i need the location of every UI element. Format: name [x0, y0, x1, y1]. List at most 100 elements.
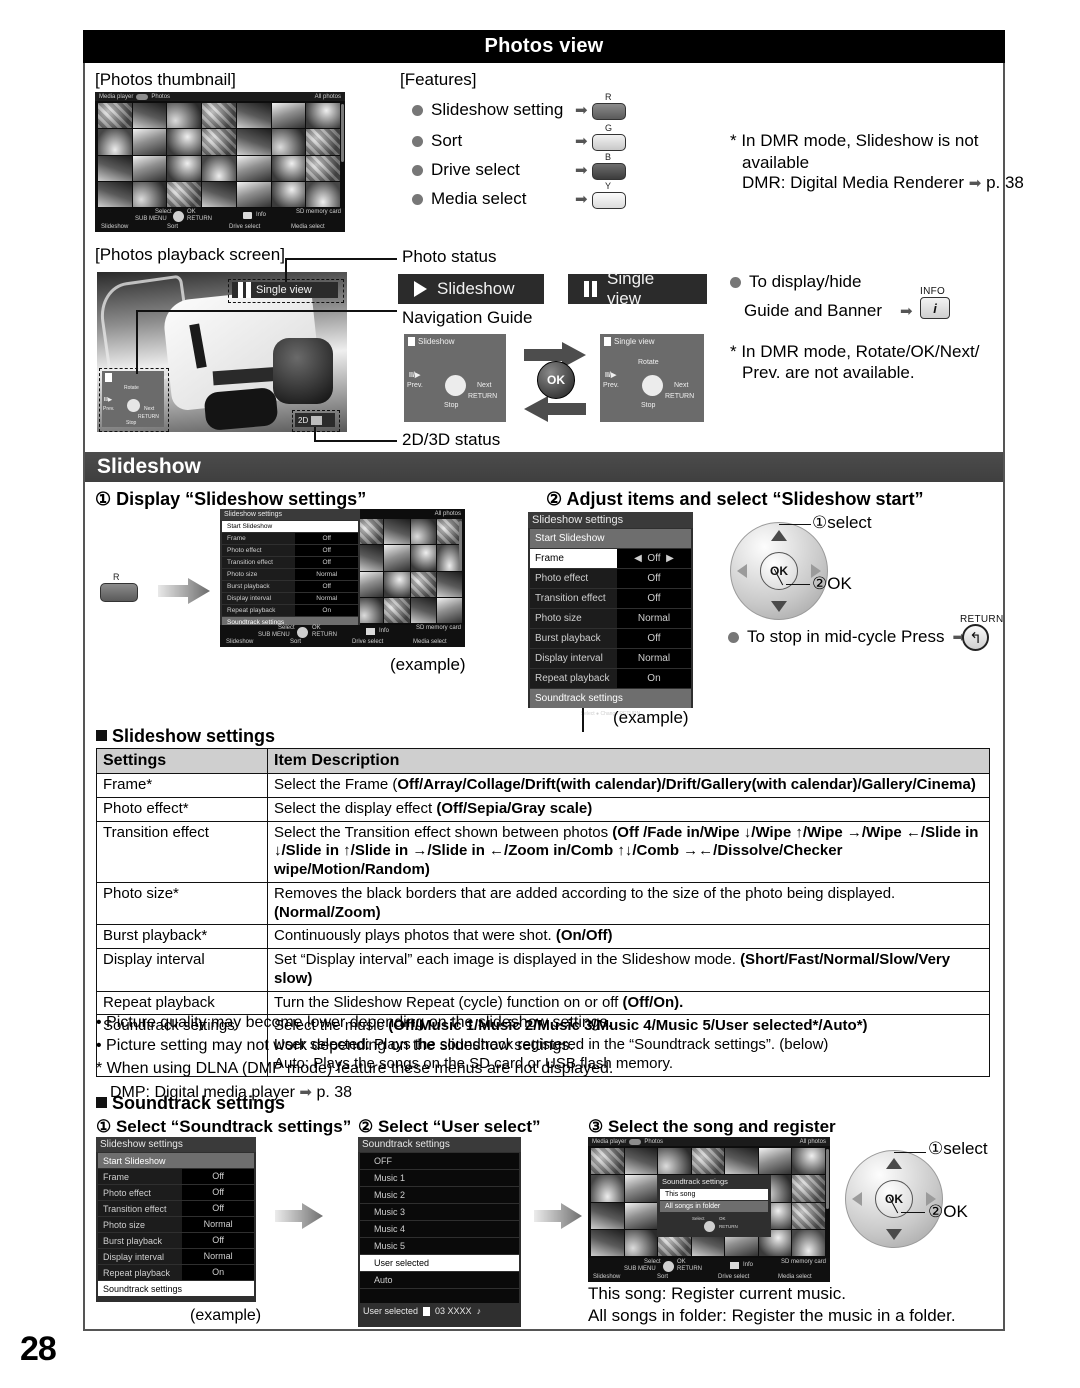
thumbnail-tile[interactable]	[202, 129, 236, 155]
thumbnail-tile[interactable]	[410, 545, 436, 571]
thumbnail-tile[interactable]	[384, 597, 410, 623]
thumbnail-tile[interactable]	[436, 597, 462, 623]
thumbnail-tile[interactable]	[167, 155, 202, 181]
thumbnail-tile[interactable]	[98, 129, 132, 155]
thumbnail-tile[interactable]	[792, 1202, 825, 1229]
thumbnail-tile[interactable]	[306, 155, 340, 181]
thumbnail-tile[interactable]	[98, 103, 132, 129]
dialog-option-all-songs[interactable]: All songs in folder	[660, 1201, 768, 1212]
menu-item-repeat-playback[interactable]: Repeat playback On	[98, 1265, 254, 1280]
thumbnail-tile[interactable]	[384, 519, 410, 545]
thumbnail-grid[interactable]	[358, 519, 462, 623]
bottom-key-sort[interactable]: Sort	[290, 639, 301, 645]
thumbnail-tile[interactable]	[306, 129, 340, 155]
menu-item-transition-effect[interactable]: Transition effect Off	[222, 557, 358, 568]
dpad-left-icon[interactable]	[737, 564, 747, 578]
menu-item-start-slideshow[interactable]: Start Slideshow	[222, 521, 358, 532]
thumbnail-tile[interactable]	[236, 181, 271, 207]
thumbnail-tile[interactable]	[591, 1202, 624, 1229]
return-button-icon[interactable]: ↰	[962, 624, 989, 651]
ok-button-icon[interactable]: OK	[537, 361, 575, 399]
thumbnail-tile[interactable]	[202, 155, 236, 181]
menu-item-display-interval[interactable]: Display interval Normal	[530, 649, 691, 668]
menu-item-frame[interactable]: Frame ◀ Off ▶	[530, 549, 691, 568]
menu-item-soundtrack-settings[interactable]: Soundtrack settings	[98, 1281, 254, 1296]
dialog-option-this-song[interactable]: This song	[660, 1189, 768, 1200]
thumbnail-tile[interactable]	[358, 597, 384, 623]
bottom-key-slideshow[interactable]: Slideshow	[226, 639, 253, 645]
dpad-down-icon[interactable]	[771, 601, 787, 612]
dpad-up-icon[interactable]	[886, 1158, 902, 1169]
bottom-key-slideshow[interactable]: Slideshow	[101, 224, 128, 230]
feature-sort[interactable]: Sort	[412, 131, 462, 151]
thumbnail-tile[interactable]	[792, 1148, 825, 1175]
menu-item-photo-effect[interactable]: Photo effect Off	[222, 545, 358, 556]
thumbnail-tile[interactable]	[758, 1148, 792, 1175]
menu-item-frame[interactable]: Frame Off	[222, 533, 358, 544]
menu-item-transition-effect[interactable]: Transition effect Off	[530, 589, 691, 608]
slideshow-settings-menu-large[interactable]: Slideshow settings Start Slideshow Frame ◀ …	[528, 512, 693, 717]
feature-drive-select[interactable]: Drive select	[412, 160, 520, 180]
thumbnail-tile[interactable]	[792, 1175, 825, 1202]
bottom-key-media-select[interactable]: Media select	[778, 1274, 812, 1280]
color-key-blue[interactable]	[592, 163, 626, 180]
menu-item-burst-playback[interactable]: Burst playback Off	[530, 629, 691, 648]
thumbnail-tile[interactable]	[132, 129, 167, 155]
scrollbar[interactable]	[341, 104, 344, 162]
soundtrack-item-music-1[interactable]: Music 1	[360, 1170, 519, 1186]
feature-media-select[interactable]: Media select	[412, 189, 526, 209]
thumbnail-tile[interactable]	[410, 519, 436, 545]
thumbnail-tile[interactable]	[236, 103, 271, 129]
dpad-up-icon[interactable]	[771, 530, 787, 541]
thumbnail-tile[interactable]	[624, 1202, 658, 1229]
thumbnail-tile[interactable]	[410, 597, 436, 623]
dmr-note-page-ref[interactable]: p. 38	[986, 173, 1024, 192]
thumbnail-tile[interactable]	[725, 1148, 758, 1175]
soundtrack-item-music-2[interactable]: Music 2	[360, 1187, 519, 1203]
menu-item-photo-size[interactable]: Photo size Normal	[222, 569, 358, 580]
menu-item-display-interval[interactable]: Display interval Normal	[222, 593, 358, 604]
thumbnail-grid[interactable]	[98, 103, 340, 207]
color-key-red-2[interactable]	[100, 583, 138, 602]
bottom-key-drive-select[interactable]: Drive select	[352, 639, 383, 645]
menu-item-start-slideshow[interactable]: Start Slideshow	[530, 529, 691, 548]
menu-item-repeat-playback[interactable]: Repeat playback On	[222, 605, 358, 616]
thumbnail-tile[interactable]	[624, 1175, 658, 1202]
thumbnail-tile[interactable]	[436, 571, 462, 597]
color-key-yellow[interactable]	[592, 192, 626, 209]
dpad-control-soundtrack[interactable]: OK	[845, 1150, 943, 1248]
soundtrack-item-off[interactable]: OFF	[360, 1153, 519, 1169]
menu-item-photo-size[interactable]: Photo size Normal	[98, 1217, 254, 1232]
soundtrack-list-menu[interactable]: Soundtrack settings OFF Music 1 Music 2 Musi…	[358, 1137, 521, 1327]
menu-item-repeat-playback[interactable]: Repeat playback On	[530, 669, 691, 688]
thumbnail-tile[interactable]	[167, 103, 202, 129]
feature-slideshow-setting[interactable]: Slideshow setting	[412, 100, 563, 120]
slideshow-settings-menu-soundtrack[interactable]: Slideshow settings Start Slideshow Frame Of…	[96, 1137, 256, 1302]
bottom-key-slideshow[interactable]: Slideshow	[593, 1274, 620, 1280]
thumbnail-tile[interactable]	[202, 181, 236, 207]
thumbnail-tile[interactable]	[306, 103, 340, 129]
menu-item-photo-size[interactable]: Photo size Normal	[530, 609, 691, 628]
thumbnail-tile[interactable]	[691, 1148, 725, 1175]
soundtrack-item-music-5[interactable]: Music 5	[360, 1238, 519, 1254]
thumbnail-tile[interactable]	[202, 103, 236, 129]
menu-item-display-interval[interactable]: Display interval Normal	[98, 1249, 254, 1264]
thumbnail-tile[interactable]	[271, 129, 306, 155]
bottom-key-sort[interactable]: Sort	[167, 224, 178, 230]
thumbnail-tile[interactable]	[271, 103, 306, 129]
thumbnail-tile[interactable]	[591, 1229, 624, 1256]
menu-item-frame[interactable]: Frame Off	[98, 1169, 254, 1184]
soundtrack-item-music-4[interactable]: Music 4	[360, 1221, 519, 1237]
soundtrack-item-auto[interactable]: Auto	[360, 1272, 519, 1288]
soundtrack-item-user-selected[interactable]: User selected	[360, 1255, 519, 1271]
thumbnail-tile[interactable]	[358, 519, 384, 545]
dpad-left-icon[interactable]	[852, 1192, 862, 1206]
info-button-icon[interactable]: i	[920, 297, 950, 319]
menu-item-burst-playback[interactable]: Burst playback Off	[98, 1233, 254, 1248]
scrollbar[interactable]	[826, 1149, 829, 1209]
soundtrack-item-music-3[interactable]: Music 3	[360, 1204, 519, 1220]
bottom-key-sort[interactable]: Sort	[657, 1274, 668, 1280]
slideshow-settings-menu[interactable]: Slideshow settings Start Slideshow Frame Of…	[220, 509, 360, 637]
thumbnail-tile[interactable]	[132, 181, 167, 207]
thumbnail-tile[interactable]	[591, 1148, 624, 1175]
